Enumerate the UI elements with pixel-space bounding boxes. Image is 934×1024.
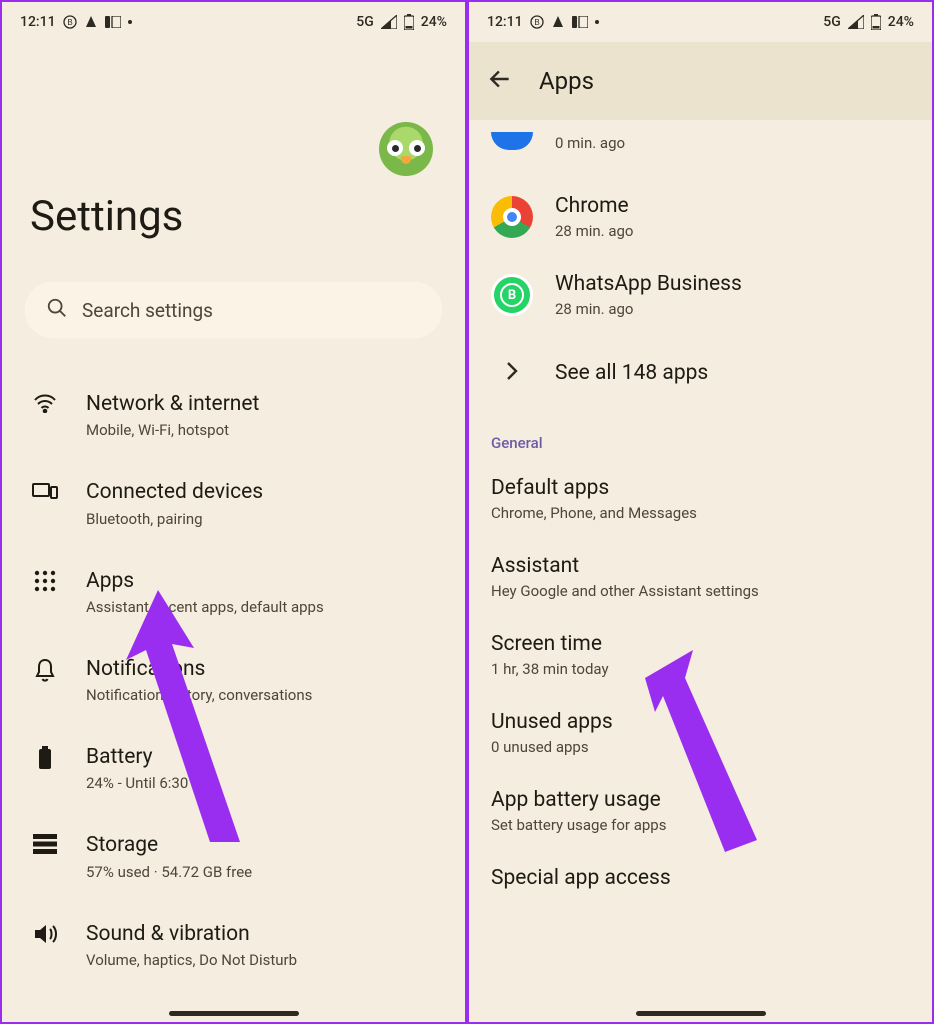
phone-apps: 12:11 B 5G 24% Apps 0 min. ago Chrome28 … — [467, 0, 934, 1024]
section-general: General — [469, 412, 932, 460]
status-bar: 12:11 B 5G 24% — [469, 2, 932, 42]
id-icon — [105, 16, 121, 28]
chevron-right-icon — [505, 360, 519, 386]
recent-app-chrome[interactable]: Chrome28 min. ago — [469, 178, 932, 256]
appbar-title: Apps — [539, 67, 594, 95]
general-screen-time[interactable]: Screen time 1 hr, 38 min today — [469, 616, 932, 694]
whatsapp-business-icon: B — [491, 274, 533, 316]
network-label: 5G — [823, 14, 841, 30]
general-default-apps[interactable]: Default apps Chrome, Phone, and Messages — [469, 460, 932, 538]
signal-icon — [848, 15, 864, 29]
app-icon-partial — [491, 120, 533, 162]
settings-list: Network & internetMobile, Wi-Fi, hotspot… — [2, 371, 465, 989]
settings-item-connected-devices[interactable]: Connected devicesBluetooth, pairing — [2, 459, 465, 547]
b-circle-icon: B — [63, 15, 77, 29]
home-indicator[interactable] — [636, 1011, 766, 1016]
settings-item-network[interactable]: Network & internetMobile, Wi-Fi, hotspot — [2, 371, 465, 459]
wifi-icon — [32, 393, 58, 417]
chrome-icon — [491, 196, 533, 238]
recent-app-whatsapp-business[interactable]: B WhatsApp Business28 min. ago — [469, 256, 932, 334]
back-button[interactable] — [487, 66, 513, 96]
dot-icon — [128, 20, 132, 24]
search-icon — [46, 297, 68, 323]
nav-triangle-icon — [551, 15, 565, 29]
volume-icon — [33, 923, 57, 949]
devices-icon — [32, 481, 58, 505]
nav-triangle-icon — [84, 15, 98, 29]
app-bar: Apps — [469, 42, 932, 120]
battery-full-icon — [38, 746, 52, 774]
page-title: Settings — [30, 192, 465, 241]
general-assistant[interactable]: Assistant Hey Google and other Assistant… — [469, 538, 932, 616]
bell-icon — [34, 658, 56, 686]
status-time: 12:11 — [487, 14, 523, 30]
id-icon — [572, 16, 588, 28]
general-app-battery-usage[interactable]: App battery usage Set battery usage for … — [469, 772, 932, 850]
settings-item-storage[interactable]: Storage57% used · 54.72 GB free — [2, 812, 465, 900]
settings-item-apps[interactable]: AppsAssistant, recent apps, default apps — [2, 548, 465, 636]
svg-text:B: B — [67, 18, 72, 27]
search-settings[interactable]: Search settings — [24, 281, 443, 339]
general-special-app-access[interactable]: Special app access — [469, 850, 932, 906]
dot-icon — [595, 20, 599, 24]
storage-icon — [33, 834, 57, 858]
settings-item-notifications[interactable]: NotificationsNotification history, conve… — [2, 636, 465, 724]
see-all-apps[interactable]: See all 148 apps — [469, 334, 932, 412]
apps-grid-icon — [34, 570, 56, 596]
general-unused-apps[interactable]: Unused apps 0 unused apps — [469, 694, 932, 772]
status-time: 12:11 — [20, 14, 56, 30]
recent-app-partial[interactable]: 0 min. ago — [469, 120, 932, 178]
battery-icon — [871, 14, 881, 30]
profile-avatar[interactable] — [379, 122, 433, 176]
status-bar: 12:11 B 5G 24% — [2, 2, 465, 42]
b-circle-icon: B — [530, 15, 544, 29]
home-indicator[interactable] — [169, 1011, 299, 1016]
settings-item-sound[interactable]: Sound & vibrationVolume, haptics, Do Not… — [2, 901, 465, 989]
settings-item-battery[interactable]: Battery24% - Until 6:30 PM — [2, 724, 465, 812]
apps-content: 0 min. ago Chrome28 min. ago B WhatsApp … — [469, 120, 932, 946]
search-placeholder: Search settings — [82, 299, 213, 322]
phone-settings: 12:11 B 5G 24% Settings Search settings … — [0, 0, 467, 1024]
svg-text:B: B — [534, 18, 539, 27]
battery-percent: 24% — [421, 14, 447, 30]
network-label: 5G — [356, 14, 374, 30]
battery-icon — [404, 14, 414, 30]
signal-icon — [381, 15, 397, 29]
battery-percent: 24% — [888, 14, 914, 30]
